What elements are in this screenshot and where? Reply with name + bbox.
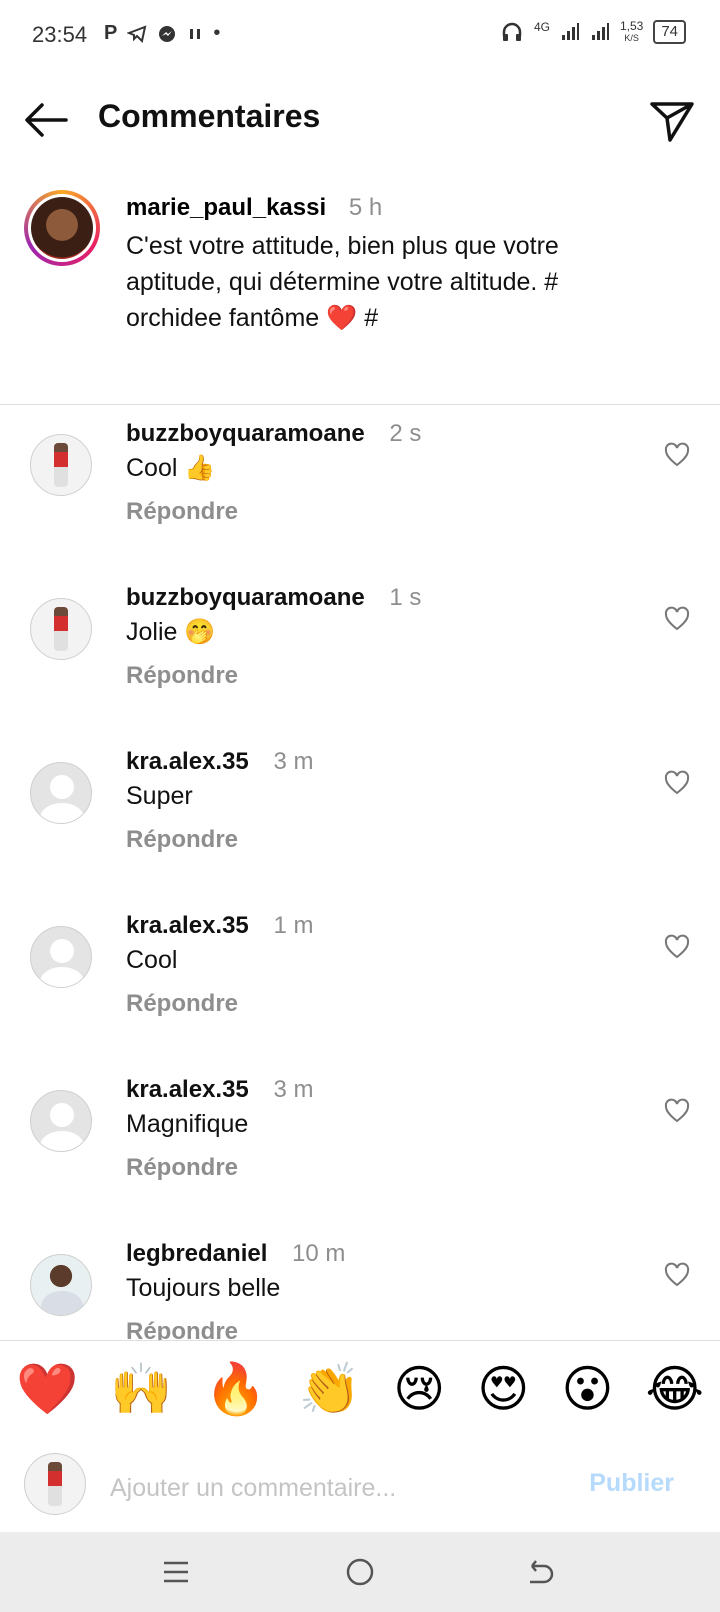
notification-icons: P • [104, 22, 220, 45]
commenter-avatar[interactable] [30, 434, 92, 496]
comment-text: Magnifique [126, 1110, 249, 1138]
comment-text: Toujours belle [126, 1274, 281, 1302]
commenter-username[interactable]: buzzboyquaramoane [126, 420, 365, 447]
like-heart-icon[interactable] [664, 770, 690, 796]
like-heart-icon[interactable] [664, 606, 690, 632]
home-circle-icon[interactable] [340, 1552, 380, 1592]
commenter-username[interactable]: buzzboyquaramoane [126, 584, 365, 611]
like-heart-icon[interactable] [664, 934, 690, 960]
system-navigation-bar [0, 1532, 720, 1612]
dot-icon: • [213, 22, 221, 44]
current-user-avatar [24, 1453, 86, 1515]
like-heart-icon[interactable] [664, 442, 690, 468]
status-bar: 23:54 P • 4G 1,53 K/S 74 [0, 0, 720, 72]
like-heart-icon[interactable] [664, 1262, 690, 1288]
network-type: 4G [533, 20, 550, 34]
emoji-fire[interactable]: 🔥 [205, 1359, 267, 1419]
commenter-username[interactable]: legbredaniel [126, 1240, 267, 1267]
headphones-icon [502, 22, 522, 41]
emoji-raised-hands[interactable]: 🙌 [110, 1359, 172, 1419]
comment-item: buzzboyquaramoane 1 s Jolie 🤭 Répondre [0, 568, 720, 732]
system-icons: 4G 1,53 K/S 74 [500, 20, 686, 44]
reply-button[interactable]: Répondre [126, 1154, 238, 1182]
commenter-avatar[interactable] [30, 598, 92, 660]
network-speed: 1,53 K/S [619, 19, 644, 43]
comment-time: 3 m [273, 1076, 314, 1103]
back-arrow-icon[interactable] [22, 98, 70, 142]
reply-button[interactable]: Répondre [126, 990, 238, 1018]
comment-text: Cool 👍 [126, 454, 216, 482]
back-nav-icon[interactable] [520, 1552, 560, 1592]
author-avatar[interactable] [24, 190, 100, 266]
comment-item: legbredaniel 10 m Toujours belle Répondr… [0, 1224, 720, 1340]
comment-time: 3 m [273, 748, 314, 775]
reply-button[interactable]: Répondre [126, 662, 238, 690]
comment-composer: Publier [0, 1437, 720, 1533]
commenter-username[interactable]: kra.alex.35 [126, 912, 249, 939]
menu-icon[interactable] [156, 1552, 196, 1592]
commenter-username[interactable]: kra.alex.35 [126, 748, 249, 775]
commenter-avatar[interactable] [30, 762, 92, 824]
comment-item: kra.alex.35 3 m Super Répondre [0, 732, 720, 896]
publish-button[interactable]: Publier [589, 1469, 674, 1498]
comment-time: 1 s [389, 584, 422, 611]
comment-item: kra.alex.35 1 m Cool Répondre [0, 896, 720, 1060]
parking-app-icon: P [104, 22, 118, 44]
battery-indicator: 74 [653, 20, 686, 44]
commenter-avatar[interactable] [30, 1254, 92, 1316]
app-header: Commentaires [0, 78, 720, 162]
comments-list[interactable]: buzzboyquaramoane 2 s Cool 👍 Répondre bu… [0, 404, 720, 1340]
caption-time: 5 h [348, 194, 383, 221]
post-caption: marie_paul_kassi 5 h C'est votre attitud… [0, 186, 720, 405]
share-send-icon[interactable] [648, 96, 696, 144]
messenger-icon [159, 25, 176, 42]
comment-input[interactable] [108, 1467, 552, 1509]
telegram-icon [127, 24, 147, 43]
commenter-avatar[interactable] [30, 1090, 92, 1152]
like-heart-icon[interactable] [664, 1098, 690, 1124]
comment-text: Cool [126, 946, 178, 974]
comment-time: 10 m [292, 1240, 346, 1267]
emoji-surprised[interactable]: 😮 [561, 1359, 613, 1419]
emoji-clapping[interactable]: 👏 [299, 1359, 361, 1419]
caption-text: C'est votre attitude, bien plus que votr… [126, 232, 559, 332]
commenter-username[interactable]: kra.alex.35 [126, 1076, 249, 1103]
comment-item: kra.alex.35 3 m Magnifique Répondre [0, 1060, 720, 1224]
signal-icon [561, 23, 579, 40]
emoji-laughing[interactable]: 😂 [646, 1359, 704, 1419]
reply-button[interactable]: Répondre [126, 498, 238, 526]
emoji-reaction-bar: ❤️ 🙌 🔥 👏 😢 😍 😮 😂 [0, 1340, 720, 1438]
emoji-heart[interactable]: ❤️ [16, 1359, 78, 1419]
pause-icon [190, 28, 201, 39]
comment-time: 2 s [389, 420, 422, 447]
reply-button[interactable]: Répondre [126, 1318, 238, 1340]
comment-time: 1 m [273, 912, 314, 939]
commenter-avatar[interactable] [30, 926, 92, 988]
emoji-heart-eyes[interactable]: 😍 [477, 1359, 529, 1419]
author-username[interactable]: marie_paul_kassi [126, 194, 326, 221]
signal-icon-2 [591, 23, 609, 40]
comment-text: Jolie 🤭 [126, 618, 216, 646]
page-title: Commentaires [98, 98, 321, 134]
emoji-crying[interactable]: 😢 [393, 1359, 445, 1419]
comment-item: buzzboyquaramoane 2 s Cool 👍 Répondre [0, 404, 720, 568]
clock: 23:54 [32, 22, 88, 47]
comment-text: Super [126, 782, 193, 810]
reply-button[interactable]: Répondre [126, 826, 238, 854]
